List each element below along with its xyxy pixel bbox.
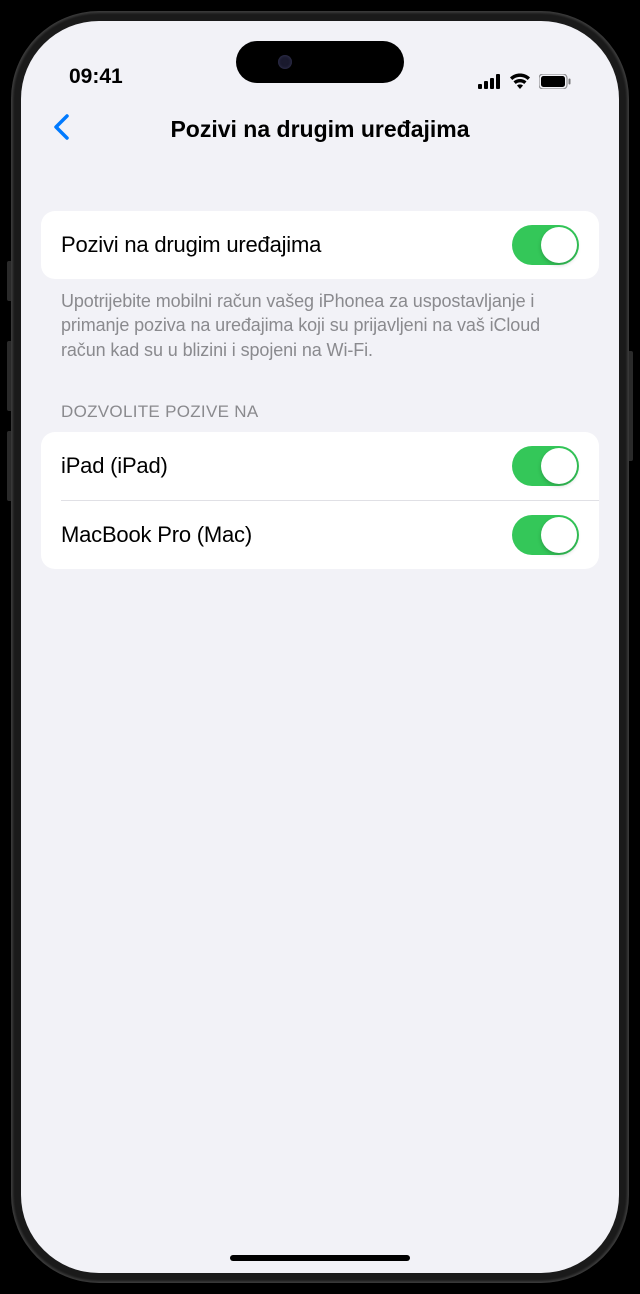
device-toggle-macbook[interactable] (512, 515, 579, 555)
chevron-left-icon (53, 114, 69, 145)
device-toggle-ipad[interactable] (512, 446, 579, 486)
dynamic-island (236, 41, 404, 83)
front-camera (278, 55, 292, 69)
device-row-ipad[interactable]: iPad (iPad) (41, 432, 599, 500)
back-button[interactable] (39, 107, 83, 151)
cellular-icon (478, 74, 501, 89)
nav-bar: Pozivi na drugim uređajima (21, 97, 619, 161)
devices-card: iPad (iPad) MacBook Pro (Mac) (41, 432, 599, 569)
allow-calls-on-header: DOZVOLITE POZIVE NA (41, 362, 599, 432)
page-title: Pozivi na drugim uređajima (35, 116, 605, 143)
calls-on-other-devices-row[interactable]: Pozivi na drugim uređajima (41, 211, 599, 279)
description-text: Upotrijebite mobilni račun vašeg iPhonea… (41, 279, 599, 362)
device-label: iPad (iPad) (61, 453, 168, 479)
status-time: 09:41 (69, 65, 123, 89)
calls-on-other-devices-toggle[interactable] (512, 225, 579, 265)
wifi-icon (509, 73, 531, 89)
screen: 09:41 Pozivi na drugim uređajima (21, 21, 619, 1273)
device-row-macbook[interactable]: MacBook Pro (Mac) (41, 501, 599, 569)
main-toggle-card: Pozivi na drugim uređajima (41, 211, 599, 279)
device-label: MacBook Pro (Mac) (61, 522, 252, 548)
battery-icon (539, 74, 571, 89)
home-indicator[interactable] (230, 1255, 410, 1261)
calls-on-other-devices-label: Pozivi na drugim uređajima (61, 232, 321, 258)
phone-frame: 09:41 Pozivi na drugim uređajima (11, 11, 629, 1283)
